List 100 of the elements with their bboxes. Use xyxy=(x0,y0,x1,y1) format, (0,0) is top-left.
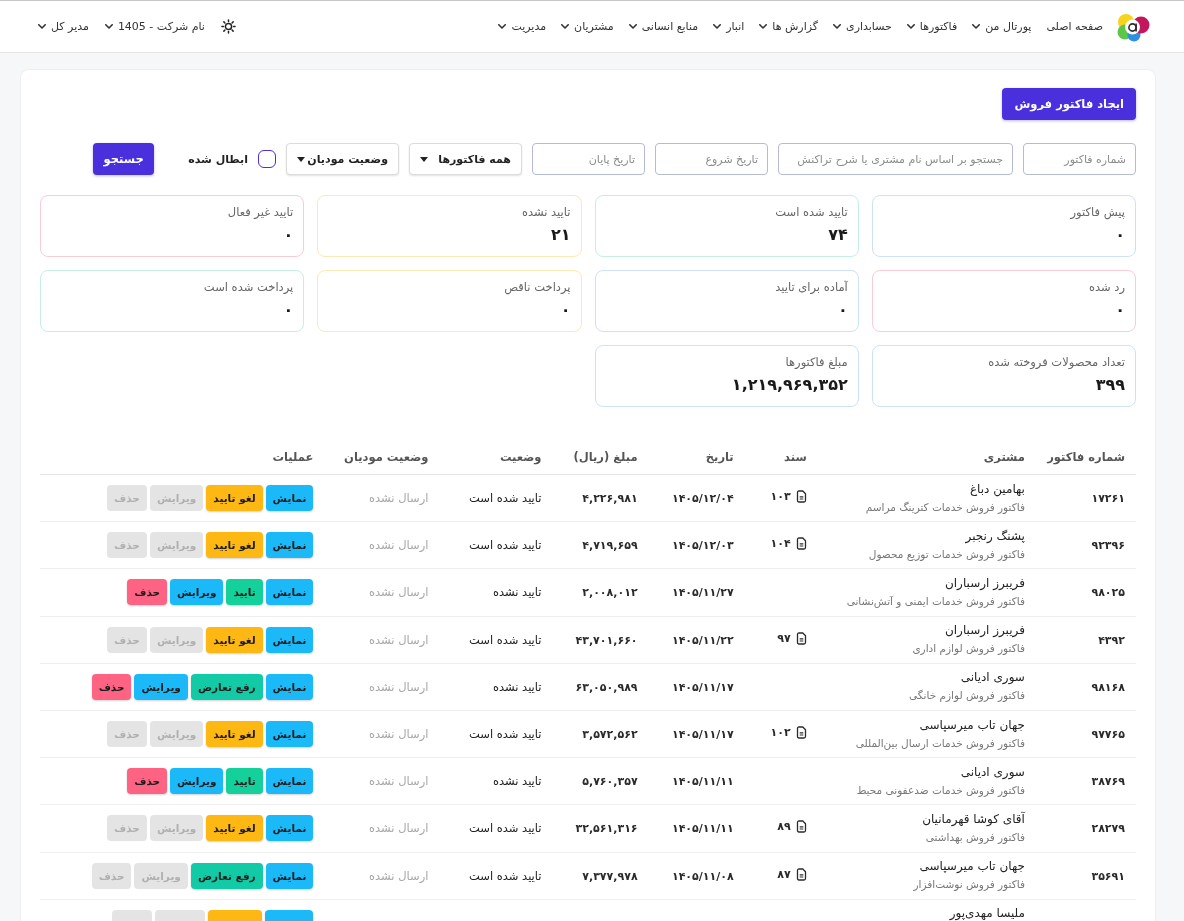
view-button[interactable]: نمایش xyxy=(265,626,314,653)
view-button[interactable]: نمایش xyxy=(265,532,314,559)
document-number: ۱۰۲ xyxy=(770,726,791,740)
invoice-date: ۱۴۰۵/۱۱/۱۷ xyxy=(671,728,734,742)
customer-name: ملیسا مهدی‌پور xyxy=(949,906,1025,921)
invoice-amount: ۴۳,۷۰۱,۶۶۰ xyxy=(575,633,638,647)
column-header: سند xyxy=(784,450,807,464)
invoice-description: فاکتور فروش لوازم خانگی xyxy=(909,688,1025,703)
invoice-number: ۴۳۹۲ xyxy=(1098,633,1125,647)
view-button[interactable]: نمایش xyxy=(265,721,314,748)
card-value: ۱,۲۱۹,۹۶۹,۳۵۲ xyxy=(731,375,848,394)
customer-name: جهان تاب میرسپاسی xyxy=(919,859,1025,874)
card-value: ۷۴ xyxy=(828,225,848,244)
invoice-number: ۳۵۶۹۱ xyxy=(1091,869,1125,883)
customer-name: آقای کوشا قهرمانیان xyxy=(922,811,1025,826)
approve-button[interactable]: تایید xyxy=(226,579,263,606)
text-field[interactable]: شماره فاکتور xyxy=(1023,143,1136,175)
search-field[interactable]: جستجو بر اساس نام مشتری یا شرح تراکنش xyxy=(778,143,1013,175)
cancel-approval-button[interactable]: لغو تایید xyxy=(206,532,263,559)
cancel-approval-button[interactable]: لغو تایید xyxy=(206,485,263,512)
edit-button[interactable]: ویرایش xyxy=(170,768,224,795)
column-header: عملیات xyxy=(272,450,314,464)
cancel-approval-button[interactable]: لغو تایید xyxy=(206,626,263,653)
document-number: ۱۰۳ xyxy=(770,490,791,504)
edit-button[interactable]: ویرایش xyxy=(134,673,188,700)
document-icon[interactable] xyxy=(795,631,807,645)
invoice-amount: ۵,۷۶۰,۳۵۷ xyxy=(582,775,638,789)
document-icon[interactable] xyxy=(795,867,807,881)
user-menu[interactable]: مدیر کل xyxy=(38,20,89,33)
tax-status: ارسال نشده xyxy=(369,632,429,647)
nav-menu-item[interactable]: منابع انسانی xyxy=(628,20,699,33)
nav-menu-item[interactable]: گزارش ها xyxy=(759,20,819,33)
view-button[interactable]: نمایش xyxy=(265,768,314,795)
card-value: ۰ xyxy=(1115,300,1125,319)
resolve-conflict-button[interactable]: رفع تعارض xyxy=(190,673,263,700)
card-value: ۰ xyxy=(1115,225,1125,244)
company-selector[interactable]: نام شرکت - 1405 xyxy=(104,20,205,33)
invoice-amount: ۲,۰۰۸,۰۱۲ xyxy=(582,586,638,600)
card-label: مبلغ فاکتورها xyxy=(785,355,848,369)
approve-button[interactable]: تایید xyxy=(226,768,263,795)
approval-status: تایید شده است xyxy=(468,727,542,742)
invoice-date: ۱۴۰۵/۱۱/۲۲ xyxy=(671,633,734,647)
nav-menu-item[interactable]: حسابداری xyxy=(833,20,892,33)
cancel-approval-button[interactable]: لغو تایید xyxy=(206,815,263,842)
document-icon[interactable] xyxy=(795,537,807,551)
view-button[interactable]: نمایش xyxy=(265,815,314,842)
view-button[interactable]: نمایش xyxy=(265,673,314,700)
delete-button[interactable]: حذف xyxy=(127,768,168,795)
caret-icon xyxy=(297,156,305,162)
customer-name: فریبرز ارسباران xyxy=(944,623,1025,638)
card-label: تایید نشده xyxy=(521,205,571,219)
logo-icon[interactable] xyxy=(1116,11,1150,42)
approval-status: تایید شده است xyxy=(468,868,542,883)
approval-status: تایید شده است xyxy=(468,538,542,553)
card-label: پرداخت شده است xyxy=(203,280,294,294)
invoice-number: ۱۷۲۶۱ xyxy=(1091,492,1125,506)
edit-button[interactable]: ویرایش xyxy=(170,579,224,606)
tax-status: ارسال نشده xyxy=(369,868,429,883)
delete-button[interactable]: حذف xyxy=(91,673,132,700)
invoice-date: ۱۴۰۵/۱۱/۱۱ xyxy=(671,775,734,789)
document-icon[interactable] xyxy=(795,726,807,740)
tax-status: ارسال نشده xyxy=(369,538,429,553)
approval-status: تایید شده است xyxy=(468,491,542,506)
nav-menu-item[interactable]: انبار xyxy=(713,20,745,33)
invoice-amount: ۳۲,۵۶۱,۳۱۶ xyxy=(575,822,638,836)
nav-menu-item[interactable]: مدیریت xyxy=(498,20,547,33)
column-header: تاریخ xyxy=(705,450,734,464)
checkbox[interactable] xyxy=(258,150,276,168)
document-icon[interactable] xyxy=(795,820,807,834)
customer-name: بهامین دباغ xyxy=(969,481,1025,496)
delete-button[interactable]: حذف xyxy=(127,579,168,606)
nav-menu-item[interactable]: مشتریان xyxy=(561,20,614,33)
sun-icon[interactable] xyxy=(220,19,236,34)
dropdown[interactable]: وضعیت مودیان xyxy=(286,143,399,175)
search-button[interactable]: جستجو xyxy=(93,143,155,175)
date-field[interactable]: تاریخ شروع xyxy=(655,143,768,175)
create-invoice-button[interactable]: ایجاد فاکتور فروش xyxy=(1002,88,1136,120)
document-icon[interactable] xyxy=(795,490,807,504)
document-number: ۸۷ xyxy=(777,867,791,881)
invoice-number: ۲۸۲۷۹ xyxy=(1091,822,1125,836)
nav-menu-item[interactable]: صفحه اصلی xyxy=(1046,20,1103,33)
card-value: ۰ xyxy=(838,300,848,319)
checkbox-label: ابطال شده xyxy=(188,152,248,166)
date-field[interactable]: تاریخ پایان xyxy=(532,143,645,175)
cancel-approval-button[interactable]: لغو تایید xyxy=(206,721,263,748)
nav-menu-item[interactable]: فاکتورها xyxy=(906,20,958,33)
view-button[interactable]: نمایش xyxy=(265,579,314,606)
column-header: وضعیت مودیان xyxy=(344,450,429,464)
card-label: پیش فاکتور xyxy=(1070,205,1125,219)
invoice-description: فاکتور فروش لوازم اداری xyxy=(912,641,1025,656)
resolve-conflict-button[interactable]: رفع تعارض xyxy=(190,862,263,889)
view-button[interactable]: نمایش xyxy=(265,485,314,512)
invoice-description: فاکتور فروش نوشت‌افزار xyxy=(913,877,1025,892)
card-value: ۰ xyxy=(283,225,294,244)
view-button[interactable]: نمایش xyxy=(265,862,314,889)
customer-name: سوری ادیانی xyxy=(960,764,1025,779)
nav-menu-item[interactable]: پورتال من xyxy=(972,20,1032,33)
card-label: آماده برای تایید xyxy=(775,280,848,294)
dropdown[interactable]: همه فاکتورها xyxy=(409,143,522,175)
card-label: رد شده xyxy=(1088,280,1125,294)
